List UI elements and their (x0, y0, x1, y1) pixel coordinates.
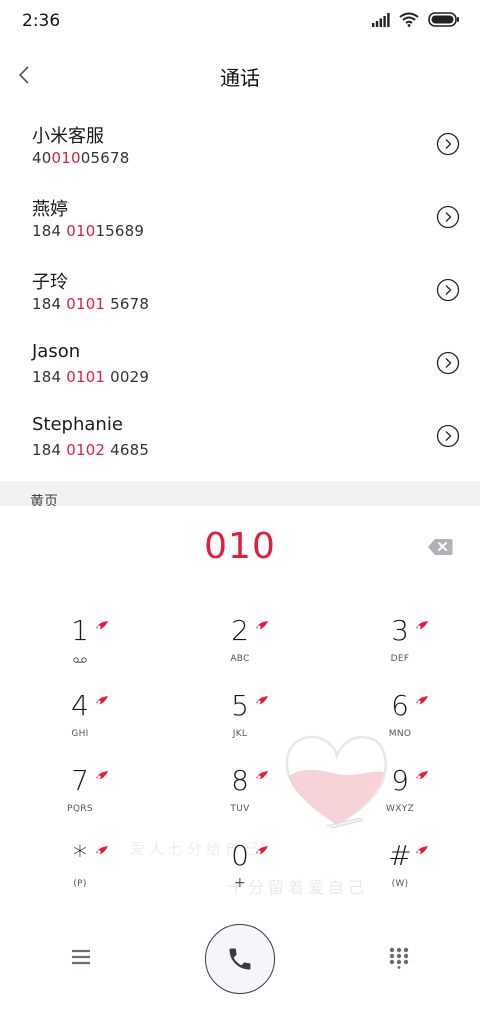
contact-result-list: 小米客服 4001005678 燕婷 184 01015689 子玲 184 0… (0, 110, 480, 475)
key-digit: 5 (231, 689, 249, 722)
key-letters: WXYZ (386, 804, 414, 814)
key-5[interactable]: 5 JKL (160, 689, 320, 764)
key-digit: 3 (391, 614, 409, 647)
contact-number: 4001005678 (32, 149, 130, 167)
flag-icon (416, 771, 428, 779)
key-digit: # (388, 839, 412, 872)
status-bar: 2:36 (0, 0, 480, 44)
battery-icon (428, 12, 459, 27)
key-digit: * (73, 839, 87, 872)
key-digit: 8 (231, 764, 249, 797)
contact-name: Jason (32, 341, 81, 362)
flag-icon (96, 696, 108, 704)
nav-bar: 通话 (0, 44, 480, 106)
key-letters: ABC (230, 654, 250, 664)
key-8[interactable]: 8 TUV (160, 764, 320, 839)
match-highlight: 010 (66, 222, 96, 240)
contact-row[interactable]: Stephanie 184 0102 4685 (0, 402, 480, 475)
flag-icon (416, 696, 428, 704)
key-digit: 6 (391, 689, 409, 722)
key-digit: 4 (71, 689, 89, 722)
flag-icon (416, 621, 428, 629)
key-digit: 9 (391, 764, 409, 797)
contact-row[interactable]: 燕婷 184 01015689 (0, 183, 480, 256)
key-letters: TUV (230, 804, 250, 814)
signal-icon (372, 12, 390, 27)
flag-icon (256, 621, 268, 629)
key-9[interactable]: 9 WXYZ (320, 764, 480, 839)
contact-number: 184 01015689 (32, 222, 145, 240)
key-star[interactable]: * (P) (0, 839, 160, 914)
key-0[interactable]: 0 + (160, 839, 320, 914)
wifi-icon (399, 12, 419, 27)
chevron-right-circle-icon[interactable] (436, 351, 460, 375)
flag-icon (256, 771, 268, 779)
key-letters: DEF (390, 654, 410, 664)
dialed-number-display[interactable]: 010 (0, 526, 480, 567)
contact-name: 子玲 (32, 272, 68, 293)
match-highlight: 0101 (66, 368, 106, 386)
key-letters: (W) (391, 879, 409, 889)
flag-icon (96, 621, 108, 629)
contact-row[interactable]: Jason 184 0101 0029 (0, 329, 480, 402)
key-4[interactable]: 4 GHI (0, 689, 160, 764)
key-letters: MNO (388, 729, 412, 739)
page-title: 通话 (220, 66, 260, 90)
key-3[interactable]: 3 DEF (320, 614, 480, 689)
contact-row[interactable]: 子玲 184 0101 5678 (0, 256, 480, 329)
key-2[interactable]: 2 ABC (160, 614, 320, 689)
key-digit: 2 (231, 614, 249, 647)
key-7[interactable]: 7 PQRS (0, 764, 160, 839)
flag-icon (256, 846, 268, 854)
backspace-icon[interactable] (427, 538, 453, 556)
key-letters: GHI (71, 729, 89, 739)
dialer-panel: 010 爱人七分给自己 十分留着爱自己 1 2 ABC 3 DEF 4 GHI … (0, 506, 480, 1013)
call-button[interactable] (205, 924, 275, 994)
key-digit: 1 (71, 614, 89, 647)
contact-name: 小米客服 (32, 126, 104, 147)
flag-icon (96, 846, 108, 854)
chevron-right-circle-icon[interactable] (436, 205, 460, 229)
status-icons (372, 12, 460, 27)
flag-icon (416, 846, 428, 854)
contact-name: 燕婷 (32, 199, 68, 220)
match-highlight: 010 (51, 149, 81, 167)
flag-icon (96, 771, 108, 779)
flag-icon (256, 696, 268, 704)
match-highlight: 0102 (66, 441, 106, 459)
match-highlight: 0101 (66, 295, 106, 313)
chevron-right-circle-icon[interactable] (436, 132, 460, 156)
key-1[interactable]: 1 (0, 614, 160, 689)
key-hash[interactable]: # (W) (320, 839, 480, 914)
key-6[interactable]: 6 MNO (320, 689, 480, 764)
bottom-action-bar (0, 924, 480, 1004)
contact-number: 184 0101 0029 (32, 368, 150, 386)
contact-row[interactable]: 小米客服 4001005678 (0, 110, 480, 183)
section-header: 黄页 (0, 481, 480, 508)
chevron-right-circle-icon[interactable] (436, 424, 460, 448)
key-digit: 7 (71, 764, 89, 797)
status-time: 2:36 (22, 11, 61, 31)
key-letters: JKL (232, 729, 248, 739)
chevron-right-circle-icon[interactable] (436, 278, 460, 302)
contact-number: 184 0102 4685 (32, 441, 150, 459)
menu-icon[interactable] (70, 946, 92, 968)
key-letters: + (233, 875, 247, 891)
voicemail-icon (73, 657, 87, 663)
key-digit: 0 (231, 839, 249, 872)
contact-number: 184 0101 5678 (32, 295, 150, 313)
dialpad-icon[interactable] (389, 947, 409, 969)
contact-name: Stephanie (32, 414, 123, 435)
key-letters: (P) (73, 879, 87, 889)
key-letters: PQRS (67, 804, 93, 814)
phone-icon (229, 948, 251, 970)
